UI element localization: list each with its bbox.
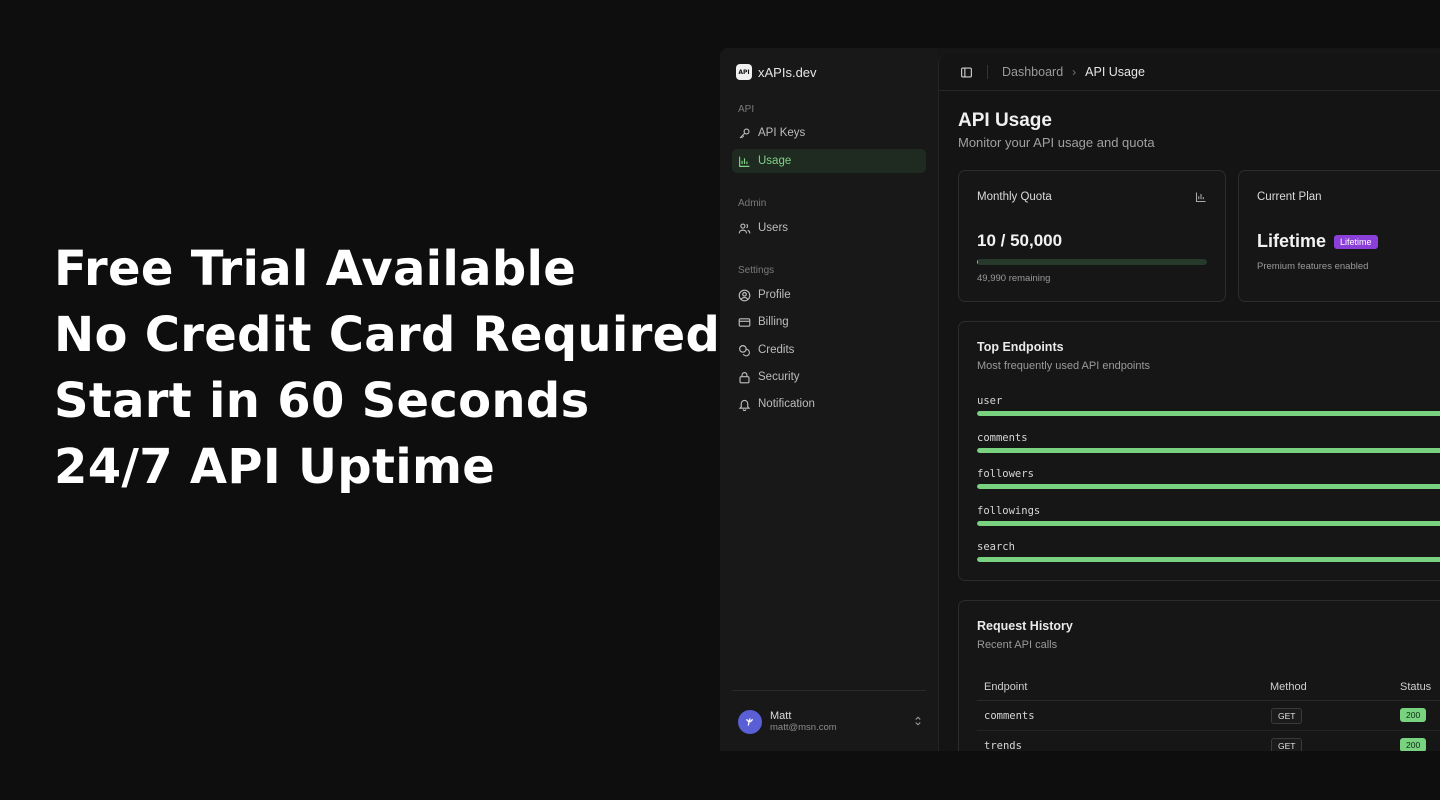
quota-card-title: Monthly Quota <box>977 191 1052 203</box>
lock-icon <box>738 371 751 384</box>
column-header-status[interactable]: Status <box>1400 681 1431 693</box>
endpoint-name: followings <box>977 504 1041 517</box>
hero-line-uptime: 24/7 API Uptime <box>54 439 496 495</box>
row-endpoint: comments <box>984 710 1035 722</box>
method-badge: GET <box>1271 708 1303 724</box>
brand-name: xAPIs.dev <box>758 64 817 80</box>
chevrons-up-down-icon <box>912 715 924 730</box>
topbar-divider <box>987 65 988 79</box>
nav-section-admin: Admin <box>738 198 767 209</box>
table-row[interactable]: trends GET 200 <box>977 731 1440 751</box>
sidebar-item-label: Usage <box>758 155 792 167</box>
bell-icon <box>738 398 751 411</box>
endpoint-bar <box>977 520 1440 526</box>
page-title: API Usage <box>958 110 1052 131</box>
hero-line-free-trial: Free Trial Available <box>54 241 577 297</box>
sidebar-item-label: Notification <box>758 398 815 410</box>
brand-logo: API <box>736 64 752 80</box>
topbar: Dashboard › API Usage <box>939 54 1440 91</box>
top-endpoints-card: Top Endpoints Most frequently used API e… <box>958 321 1440 581</box>
coins-icon <box>738 344 751 357</box>
endpoint-row: search <box>977 538 1440 575</box>
sidebar-item-usage[interactable]: Usage <box>732 149 926 173</box>
user-menu[interactable]: Matt matt@msn.com <box>738 710 924 734</box>
column-header-method[interactable]: Method <box>1270 681 1307 693</box>
row-endpoint: trends <box>984 740 1022 751</box>
endpoint-name: user <box>977 395 1003 407</box>
plan-name: Lifetime <box>1257 231 1327 251</box>
plan-card-title: Current Plan <box>1257 191 1322 203</box>
quota-progress-bar <box>977 259 1207 265</box>
sidebar-item-label: Security <box>758 371 800 383</box>
hero-line-start-fast: Start in 60 Seconds <box>54 373 590 429</box>
sidebar: API xAPIs.dev API API Keys Usage Admin U… <box>720 48 938 751</box>
user-name: Matt <box>770 710 792 722</box>
sidebar-item-profile[interactable]: Profile <box>732 283 926 307</box>
status-badge: 200 <box>1400 708 1427 722</box>
sidebar-item-label: API Keys <box>758 127 806 139</box>
plan-description: Premium features enabled <box>1257 261 1369 272</box>
endpoint-row: followings <box>977 502 1440 539</box>
endpoint-name: search <box>977 541 1015 553</box>
endpoint-name: comments <box>977 431 1028 444</box>
app-window: API xAPIs.dev API API Keys Usage Admin U… <box>720 48 1440 751</box>
sidebar-item-billing[interactable]: Billing <box>732 310 926 334</box>
key-icon <box>738 127 751 140</box>
sidebar-divider <box>732 690 926 691</box>
plan-badge: Lifetime <box>1334 234 1378 249</box>
chevron-right-icon: › <box>1072 65 1077 79</box>
status-badge: 200 <box>1400 738 1427 751</box>
history-card-title: Request History <box>977 619 1073 633</box>
endpoint-row: user <box>977 392 1440 429</box>
brand[interactable]: API xAPIs.dev <box>736 64 817 80</box>
quota-progress-fill <box>977 259 978 265</box>
breadcrumb-dashboard[interactable]: Dashboard <box>1002 65 1063 79</box>
endpoint-bar <box>977 557 1440 562</box>
sidebar-item-credits[interactable]: Credits <box>732 338 926 362</box>
history-card-description: Recent API calls <box>977 639 1058 651</box>
endpoints-card-description: Most frequently used API endpoints <box>977 360 1151 372</box>
column-header-endpoint[interactable]: Endpoint <box>984 681 1027 693</box>
endpoint-row: followers <box>977 465 1440 502</box>
users-icon <box>738 222 751 235</box>
avatar <box>738 710 762 734</box>
sidebar-item-label: Profile <box>758 289 791 301</box>
endpoint-bar <box>977 447 1440 453</box>
endpoint-bar <box>977 484 1440 489</box>
user-email: matt@msn.com <box>770 722 837 733</box>
breadcrumb-current: API Usage <box>1085 65 1145 79</box>
nav-section-settings: Settings <box>738 265 775 276</box>
sidebar-item-label: Credits <box>758 344 795 356</box>
sidebar-item-label: Users <box>758 222 789 234</box>
sidebar-item-security[interactable]: Security <box>732 365 926 389</box>
endpoint-row: comments <box>977 429 1440 466</box>
endpoint-bar <box>977 411 1440 416</box>
hero-text: Free Trial Available No Credit Card Requ… <box>54 236 721 500</box>
method-badge: GET <box>1271 738 1303 751</box>
monthly-quota-card: Monthly Quota 10 / 50,000 49,990 remaini… <box>958 170 1226 302</box>
quota-remaining: 49,990 remaining <box>977 273 1051 284</box>
table-header: Endpoint Method Status <box>977 671 1440 701</box>
page-subtitle: Monitor your API usage and quota <box>958 135 1155 150</box>
nav-section-api: API <box>738 104 755 115</box>
current-plan-card: Current Plan Lifetime Lifetime Premium f… <box>1238 170 1440 302</box>
table-row[interactable]: comments GET 200 <box>977 701 1440 731</box>
profile-icon <box>738 289 751 302</box>
credit-card-icon <box>738 316 751 329</box>
quota-value: 10 / 50,000 <box>977 231 1063 250</box>
request-history-card: Request History Recent API calls Endpoin… <box>958 600 1440 751</box>
sidebar-toggle-icon[interactable] <box>959 65 973 79</box>
bar-chart-icon <box>1195 192 1206 203</box>
request-history-table: Endpoint Method Status comments GET 200 … <box>977 671 1440 751</box>
sidebar-item-users[interactable]: Users <box>732 216 926 240</box>
sidebar-item-api-keys[interactable]: API Keys <box>732 121 926 145</box>
main-content: Dashboard › API Usage API Usage Monitor … <box>938 54 1440 751</box>
sidebar-item-notification[interactable]: Notification <box>732 392 926 416</box>
endpoints-card-title: Top Endpoints <box>977 340 1064 354</box>
endpoint-list: user comments followers followings searc… <box>977 392 1440 575</box>
hero-line-no-credit-card: No Credit Card Required <box>54 307 721 363</box>
bar-chart-icon <box>738 155 751 168</box>
endpoint-name: followers <box>977 468 1034 480</box>
sidebar-item-label: Billing <box>758 316 789 328</box>
